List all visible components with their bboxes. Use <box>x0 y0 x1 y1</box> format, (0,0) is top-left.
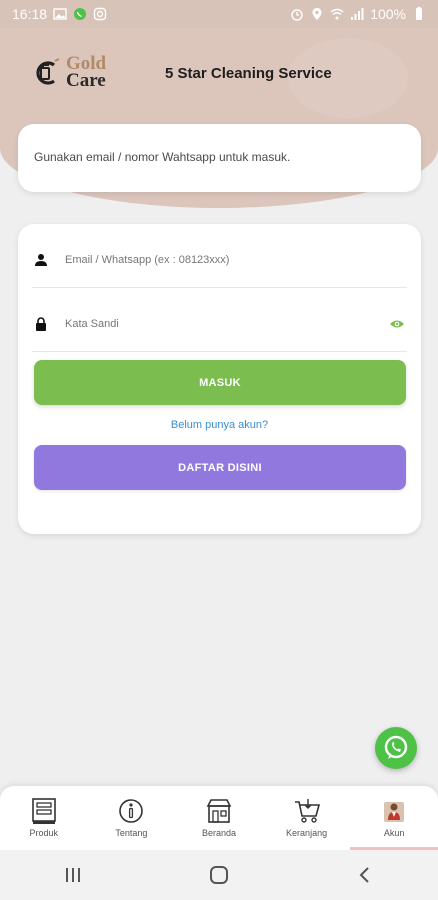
nav-item-akun[interactable]: Akun <box>350 786 438 850</box>
cart-icon <box>294 799 320 823</box>
app-logo: Gold Care <box>32 52 122 92</box>
show-password-icon[interactable] <box>389 318 405 330</box>
email-field-row <box>32 232 407 288</box>
logo-text: Gold Care <box>66 54 106 91</box>
nav-label-tentang: Tentang <box>115 828 148 838</box>
back-button[interactable] <box>345 860 385 890</box>
login-instruction-text: Gunakan email / nomor Wahtsapp untuk mas… <box>34 150 291 164</box>
nav-item-produk[interactable]: Produk <box>0 786 88 850</box>
nav-item-keranjang[interactable]: Keranjang <box>263 786 351 850</box>
back-icon <box>359 867 369 883</box>
instagram-icon <box>93 7 107 21</box>
register-prompt-link[interactable]: Belum punya akun? <box>18 419 421 431</box>
recent-apps-button[interactable] <box>53 860 93 890</box>
home-icon <box>210 866 228 884</box>
login-button[interactable]: MASUK <box>34 360 406 405</box>
status-time: 16:18 <box>12 6 48 22</box>
whatsapp-status-icon <box>74 8 87 20</box>
nav-label-keranjang: Keranjang <box>286 828 328 838</box>
home-button[interactable] <box>199 860 239 890</box>
login-instruction-card: Gunakan email / nomor Wahtsapp untuk mas… <box>18 124 421 192</box>
gallery-icon <box>53 8 67 20</box>
whatsapp-chat-button[interactable] <box>375 727 417 769</box>
nav-label-akun: Akun <box>383 828 405 838</box>
lock-icon <box>36 316 46 331</box>
login-form-card: MASUK Belum punya akun? DAFTAR DISINI <box>18 224 421 534</box>
password-field-row <box>32 296 407 352</box>
battery-level: 100% <box>370 6 406 22</box>
status-bar: 16:18 100% <box>0 0 438 28</box>
nav-label-produk: Produk <box>29 828 59 838</box>
email-input[interactable] <box>65 253 407 266</box>
alarm-icon <box>291 9 303 21</box>
nav-item-beranda[interactable]: Beranda <box>175 786 263 850</box>
battery-icon <box>416 7 422 20</box>
app-title: 5 Star Cleaning Service <box>165 65 332 82</box>
system-navigation-bar <box>0 850 438 900</box>
gold-care-logo-icon <box>36 58 60 85</box>
password-input[interactable] <box>65 317 389 330</box>
info-icon <box>119 799 144 823</box>
register-button[interactable]: DAFTAR DISINI <box>34 445 406 490</box>
logo-line-care: Care <box>66 70 106 91</box>
store-icon <box>206 799 232 823</box>
product-icon <box>31 798 56 824</box>
bottom-navigation: Produk Tentang Beranda Keranjang Akun <box>0 786 438 850</box>
account-icon <box>384 802 405 822</box>
user-icon <box>35 253 47 266</box>
signal-icon <box>351 8 364 20</box>
location-icon <box>312 8 322 20</box>
recent-apps-icon <box>66 868 80 882</box>
wifi-icon <box>330 8 344 20</box>
nav-item-tentang[interactable]: Tentang <box>88 786 176 850</box>
whatsapp-icon <box>384 735 408 759</box>
nav-label-beranda: Beranda <box>201 828 236 838</box>
